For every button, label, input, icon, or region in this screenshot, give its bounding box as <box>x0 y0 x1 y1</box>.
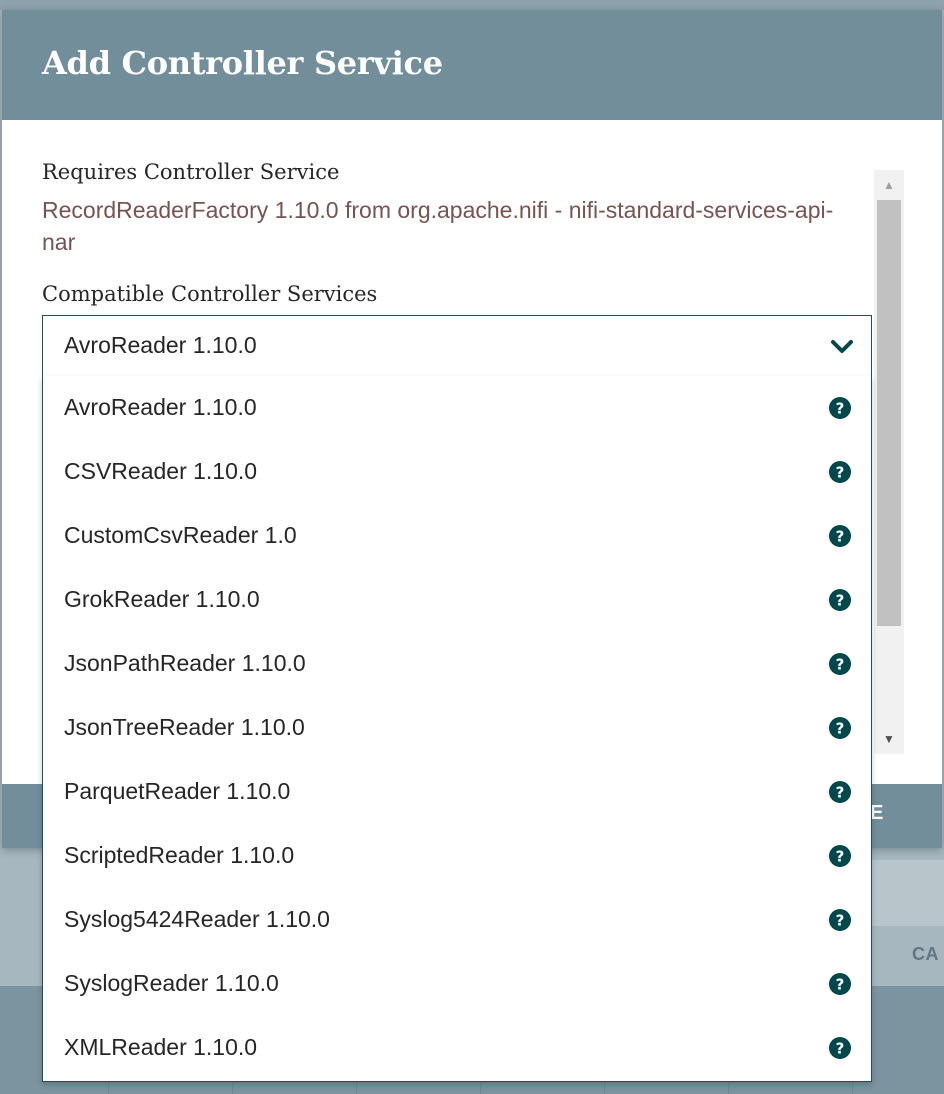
option-label: SyslogReader 1.10.0 <box>64 970 279 996</box>
compatible-services-combo[interactable]: AvroReader 1.10.0 <box>42 315 872 377</box>
help-icon[interactable]: ? <box>828 588 852 612</box>
dropdown-option[interactable]: Syslog5424Reader 1.10.0? <box>43 888 871 952</box>
dropdown-option[interactable]: SyslogReader 1.10.0? <box>43 952 871 1016</box>
option-label: CSVReader 1.10.0 <box>64 458 258 484</box>
help-icon[interactable]: ? <box>828 716 852 740</box>
dropdown-option[interactable]: ParquetReader 1.10.0? <box>43 760 871 824</box>
help-icon[interactable]: ? <box>828 524 852 548</box>
svg-text:?: ? <box>836 656 845 674</box>
help-icon[interactable]: ? <box>828 652 852 676</box>
dropdown-option[interactable]: XMLReader 1.10.0? <box>43 1016 871 1080</box>
option-label: ParquetReader 1.10.0 <box>64 778 291 804</box>
svg-text:?: ? <box>836 1040 845 1058</box>
background-panel <box>870 860 944 926</box>
background-top-strip <box>0 0 944 10</box>
option-label: ScriptedReader 1.10.0 <box>64 842 295 868</box>
chevron-down-icon[interactable] <box>829 334 855 360</box>
dropdown-option[interactable]: CustomCsvReader 1.0? <box>43 504 871 568</box>
option-label: Syslog5424Reader 1.10.0 <box>64 906 330 932</box>
help-icon[interactable]: ? <box>828 908 852 932</box>
help-icon[interactable]: ? <box>828 844 852 868</box>
help-icon[interactable]: ? <box>828 972 852 996</box>
help-icon[interactable]: ? <box>828 780 852 804</box>
footer-button-partial[interactable]: E <box>870 802 883 825</box>
scrollbar-thumb[interactable] <box>877 200 901 626</box>
svg-text:?: ? <box>836 592 845 610</box>
option-label: JsonTreeReader 1.10.0 <box>64 714 305 740</box>
option-label: XMLReader 1.10.0 <box>64 1034 258 1060</box>
dropdown-option[interactable]: CSVReader 1.10.0? <box>43 440 871 504</box>
svg-text:?: ? <box>836 464 845 482</box>
svg-text:?: ? <box>836 784 845 802</box>
requires-service-label: Requires Controller Service <box>42 160 340 184</box>
svg-text:?: ? <box>836 976 845 994</box>
svg-text:?: ? <box>836 720 845 738</box>
svg-text:?: ? <box>836 400 845 418</box>
option-label: CustomCsvReader 1.0 <box>64 522 297 548</box>
dialog-title: Add Controller Service <box>42 44 443 82</box>
option-label: AvroReader 1.10.0 <box>64 394 257 420</box>
dropdown-option[interactable]: AvroReader 1.10.0? <box>43 376 871 440</box>
help-icon[interactable]: ? <box>828 396 852 420</box>
svg-text:?: ? <box>836 528 845 546</box>
scroll-up-arrow-icon[interactable]: ▲ <box>874 170 904 200</box>
combo-selected-value: AvroReader 1.10.0 <box>64 332 257 358</box>
dropdown-option[interactable]: JsonPathReader 1.10.0? <box>43 632 871 696</box>
dropdown-option[interactable]: ScriptedReader 1.10.0? <box>43 824 871 888</box>
requires-service-value: RecordReaderFactory 1.10.0 from org.apac… <box>42 197 834 255</box>
background-cancel-button: CA <box>912 944 939 964</box>
dropdown-option[interactable]: JsonTreeReader 1.10.0? <box>43 696 871 760</box>
help-icon[interactable]: ? <box>828 1036 852 1060</box>
option-label: JsonPathReader 1.10.0 <box>64 650 306 676</box>
svg-text:?: ? <box>836 848 845 866</box>
compatible-services-label: Compatible Controller Services <box>42 282 378 306</box>
dialog-scrollbar[interactable]: ▲ ▼ <box>874 170 904 754</box>
help-icon[interactable]: ? <box>828 460 852 484</box>
services-dropdown-list: AvroReader 1.10.0? CSVReader 1.10.0? Custo… <box>42 376 872 1082</box>
dropdown-option[interactable]: GrokReader 1.10.0? <box>43 568 871 632</box>
dialog-header: Add Controller Service <box>2 10 942 120</box>
option-label: GrokReader 1.10.0 <box>64 586 260 612</box>
svg-text:?: ? <box>836 912 845 930</box>
scroll-down-arrow-icon[interactable]: ▼ <box>874 724 904 754</box>
